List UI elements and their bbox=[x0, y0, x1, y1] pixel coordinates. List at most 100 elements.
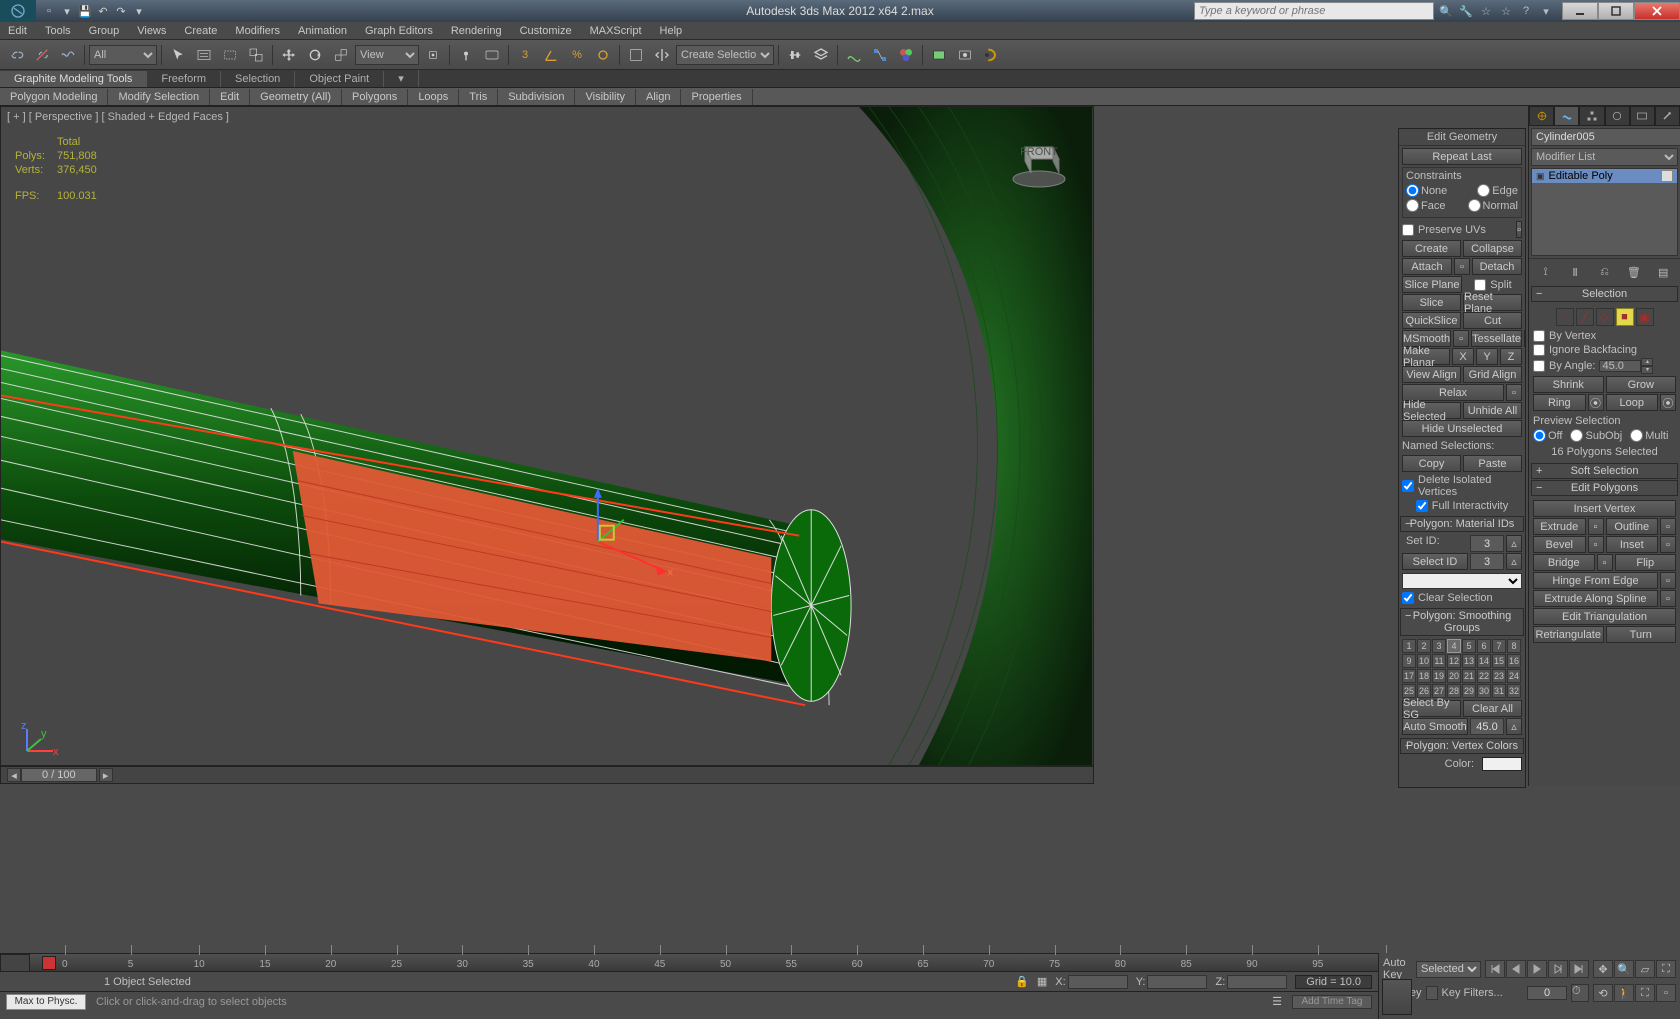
time-config-icon[interactable]: ⏱ bbox=[1571, 984, 1589, 1002]
close-button[interactable] bbox=[1634, 2, 1680, 20]
ignore-backfacing-check[interactable] bbox=[1533, 344, 1545, 356]
extrude-settings-icon[interactable]: ▫ bbox=[1588, 518, 1604, 535]
extrude-button[interactable]: Extrude bbox=[1533, 518, 1586, 535]
menu-customize[interactable]: Customize bbox=[520, 25, 572, 37]
bridge-button[interactable]: Bridge bbox=[1533, 554, 1595, 571]
wrench-icon[interactable]: 🔧 bbox=[1458, 3, 1474, 19]
smoothing-group-9[interactable]: 9 bbox=[1402, 654, 1416, 668]
msmooth-settings-icon[interactable]: ▫ bbox=[1453, 330, 1469, 347]
timeline-key-marker[interactable] bbox=[42, 956, 56, 970]
menu-modifiers[interactable]: Modifiers bbox=[235, 25, 280, 37]
retriangulate-button[interactable]: Retriangulate bbox=[1533, 626, 1604, 643]
smoothing-group-4[interactable]: 4 bbox=[1447, 639, 1461, 653]
subribbon-subdivision[interactable]: Subdivision bbox=[498, 89, 575, 105]
subobj-border[interactable]: ◇ bbox=[1596, 308, 1614, 326]
clear-selection-check[interactable] bbox=[1402, 592, 1414, 604]
auto-smooth-spinner[interactable]: ▵ bbox=[1506, 718, 1522, 735]
prev-frame-icon[interactable] bbox=[1506, 960, 1526, 978]
coord-x-field[interactable] bbox=[1068, 975, 1128, 989]
minimize-button[interactable] bbox=[1562, 2, 1598, 20]
app-logo[interactable] bbox=[0, 0, 36, 22]
star2-icon[interactable]: ☆ bbox=[1498, 3, 1514, 19]
subobj-polygon[interactable]: ■ bbox=[1616, 308, 1634, 326]
auto-smooth-button[interactable]: Auto Smooth bbox=[1402, 718, 1468, 735]
abs-rel-icon[interactable]: ▦ bbox=[1037, 975, 1047, 988]
attach-list-icon[interactable]: ▫ bbox=[1454, 258, 1470, 275]
smoothing-group-32[interactable]: 32 bbox=[1507, 684, 1521, 698]
subobj-element[interactable]: ▣ bbox=[1636, 308, 1654, 326]
full-interactivity-check[interactable] bbox=[1416, 500, 1428, 512]
more-icon[interactable]: ▾ bbox=[130, 2, 148, 20]
tab-hierarchy[interactable] bbox=[1579, 106, 1604, 126]
subobj-vertex[interactable]: ∙ bbox=[1556, 308, 1574, 326]
smoothing-group-7[interactable]: 7 bbox=[1492, 639, 1506, 653]
comm-center-icon[interactable]: ☰ bbox=[1272, 995, 1282, 1008]
selection-filter[interactable]: All bbox=[89, 45, 157, 65]
key-mode-toggle[interactable] bbox=[0, 954, 30, 972]
manip-icon[interactable] bbox=[454, 43, 478, 67]
subribbon-align[interactable]: Align bbox=[636, 89, 681, 105]
next-frame-icon[interactable] bbox=[1548, 960, 1568, 978]
undo-icon[interactable]: ↶ bbox=[94, 2, 112, 20]
material-name-dropdown[interactable] bbox=[1402, 573, 1522, 589]
inset-settings-icon[interactable]: ▫ bbox=[1660, 536, 1676, 553]
slider-left-icon[interactable]: ◂ bbox=[7, 768, 21, 782]
script-listener[interactable]: Max to Physc. bbox=[6, 994, 86, 1010]
keymode-icon[interactable] bbox=[480, 43, 504, 67]
autokey-button[interactable]: Auto Key bbox=[1383, 957, 1412, 981]
time-ruler[interactable]: 0510152025303540455055606570758085909510… bbox=[0, 953, 1378, 971]
auto-smooth-value[interactable] bbox=[1470, 718, 1504, 735]
outline-settings-icon[interactable]: ▫ bbox=[1660, 518, 1676, 535]
smoothing-group-16[interactable]: 16 bbox=[1507, 654, 1521, 668]
cut-button[interactable]: Cut bbox=[1463, 312, 1522, 329]
exspline-settings-icon[interactable]: ▫ bbox=[1660, 590, 1676, 607]
goto-end-icon[interactable] bbox=[1569, 960, 1589, 978]
redo-icon[interactable]: ↷ bbox=[112, 2, 130, 20]
quickslice-button[interactable]: QuickSlice bbox=[1402, 312, 1461, 329]
smoothing-group-24[interactable]: 24 bbox=[1507, 669, 1521, 683]
subribbon-visibility[interactable]: Visibility bbox=[575, 89, 636, 105]
menu-create[interactable]: Create bbox=[184, 25, 217, 37]
help-dd-icon[interactable]: ▾ bbox=[1538, 3, 1554, 19]
align-icon[interactable] bbox=[783, 43, 807, 67]
remove-mod-icon[interactable]: 🗑 bbox=[1625, 263, 1643, 281]
setkey-key-icon[interactable] bbox=[1426, 986, 1438, 1000]
menu-edit[interactable]: Edit bbox=[8, 25, 27, 37]
smoothing-group-1[interactable]: 1 bbox=[1402, 639, 1416, 653]
slider-right-icon[interactable]: ▸ bbox=[99, 768, 113, 782]
lock-icon[interactable]: 🔒 bbox=[1015, 975, 1029, 988]
scale-icon[interactable] bbox=[329, 43, 353, 67]
menu-group[interactable]: Group bbox=[89, 25, 120, 37]
smoothing-group-21[interactable]: 21 bbox=[1462, 669, 1476, 683]
loop-button[interactable]: Loop bbox=[1606, 394, 1659, 411]
by-vertex-check[interactable] bbox=[1533, 330, 1545, 342]
menu-animation[interactable]: Animation bbox=[298, 25, 347, 37]
play-icon[interactable] bbox=[1527, 960, 1547, 978]
snap-toggle-icon[interactable]: 3 bbox=[513, 43, 537, 67]
subribbon-modify-selection[interactable]: Modify Selection bbox=[108, 89, 210, 105]
render-frame-icon[interactable] bbox=[953, 43, 977, 67]
angle-snap-icon[interactable] bbox=[539, 43, 563, 67]
grid-align-button[interactable]: Grid Align bbox=[1463, 366, 1522, 383]
object-name-field[interactable] bbox=[1531, 128, 1680, 146]
edit-geometry-header[interactable]: Edit Geometry bbox=[1399, 129, 1525, 146]
nav-min-icon[interactable]: ▫ bbox=[1656, 984, 1676, 1002]
smoothing-group-3[interactable]: 3 bbox=[1432, 639, 1446, 653]
preserve-uvs-settings-icon[interactable]: ▫ bbox=[1516, 221, 1522, 238]
collapse-button[interactable]: Collapse bbox=[1463, 240, 1522, 257]
bevel-settings-icon[interactable]: ▫ bbox=[1588, 536, 1604, 553]
smoothing-group-23[interactable]: 23 bbox=[1492, 669, 1506, 683]
subribbon-polygon-modeling[interactable]: Polygon Modeling bbox=[0, 89, 108, 105]
create-sel-set[interactable]: Create Selection Se bbox=[676, 45, 774, 65]
modifier-stack[interactable]: ▣Editable Poly bbox=[1531, 168, 1678, 256]
by-angle-check[interactable] bbox=[1533, 360, 1545, 372]
percent-snap-icon[interactable]: % bbox=[565, 43, 589, 67]
help-icon[interactable]: ? bbox=[1518, 3, 1534, 19]
vertex-color-swatch[interactable] bbox=[1482, 757, 1522, 771]
rollout-edit-polygons[interactable]: Edit Polygons bbox=[1531, 480, 1678, 496]
layers-icon[interactable] bbox=[809, 43, 833, 67]
spinner-snap-icon[interactable] bbox=[591, 43, 615, 67]
window-cross-icon[interactable] bbox=[244, 43, 268, 67]
subribbon-polygons[interactable]: Polygons bbox=[342, 89, 408, 105]
smoothing-group-31[interactable]: 31 bbox=[1492, 684, 1506, 698]
